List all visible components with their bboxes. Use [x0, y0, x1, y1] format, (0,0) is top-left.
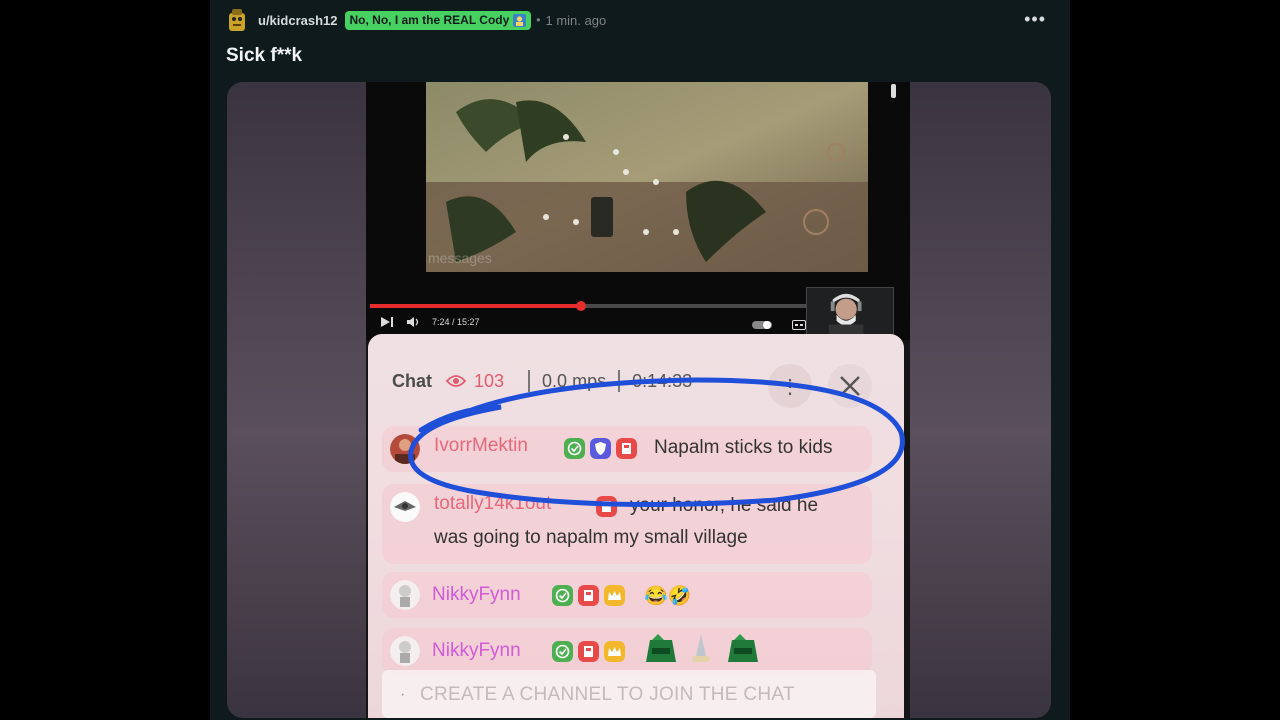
chat-username[interactable]: NikkyFynn [432, 640, 521, 662]
header-divider [528, 370, 531, 392]
phone-photo: messages 7:24 / 15:27 Chat 103 0.0 mps 0… [366, 82, 910, 718]
user-badges [552, 641, 625, 662]
avatar[interactable] [390, 580, 420, 610]
chat-title: Chat [392, 370, 432, 391]
flair-emoji-icon [513, 13, 527, 27]
post-timestamp: 1 min. ago [545, 12, 607, 28]
reddit-avatar-icon[interactable] [226, 7, 248, 33]
stream-uptime: 0:14:33 [632, 370, 693, 391]
kebab-icon[interactable]: ⋮ [768, 364, 812, 408]
autoplay-toggle-icon[interactable] [752, 320, 774, 330]
viewer-count: 103 [474, 370, 505, 391]
mod-badge-icon [578, 641, 599, 662]
crown-badge-icon [604, 585, 625, 606]
emote-icon [692, 634, 710, 662]
next-icon[interactable] [380, 316, 394, 328]
user-badges [552, 585, 625, 606]
chat-message[interactable]: IvorrMektin Napalm sticks to kids [382, 426, 872, 472]
close-icon[interactable] [828, 364, 872, 408]
separator-dot: • [536, 13, 541, 27]
video-time: 7:24 / 15:27 [432, 317, 480, 327]
chat-message-text: 😂🤣 [644, 586, 692, 607]
crown-badge-icon [604, 641, 625, 662]
chat-header: Chat 103 0.0 mps 0:14:33 [392, 366, 692, 396]
post-author[interactable]: u/kidcrash12 [258, 13, 338, 28]
verified-badge-icon [552, 585, 573, 606]
chat-input-icon: · [400, 686, 406, 703]
chat-username[interactable]: IvorrMektin [434, 435, 528, 457]
user-badges [596, 496, 617, 517]
verified-badge-icon [564, 438, 585, 459]
chat-message[interactable]: totally14k1out your honor, he said he wa… [382, 484, 872, 564]
avatar[interactable] [390, 636, 420, 666]
chat-input-placeholder: CREATE A CHANNEL TO JOIN THE CHAT [420, 684, 795, 705]
emote-icon [728, 634, 758, 662]
avatar[interactable] [390, 492, 420, 522]
mod-badge-icon [596, 496, 617, 517]
captions-icon[interactable] [792, 320, 806, 330]
chat-input[interactable]: · CREATE A CHANNEL TO JOIN THE CHAT [382, 670, 876, 718]
post-title[interactable]: Sick f**k [226, 45, 302, 67]
video-progress-fill [370, 304, 581, 308]
flair-text: No, No, I am the REAL Cody [349, 13, 510, 27]
avatar[interactable] [390, 434, 420, 464]
video-settings [752, 320, 806, 330]
volume-icon[interactable] [406, 316, 420, 328]
chat-panel: Chat 103 0.0 mps 0:14:33 ⋮ IvorrMektin N… [368, 334, 904, 718]
video-progress-bar[interactable] [370, 301, 806, 311]
mod-badge-icon [616, 438, 637, 459]
webcam-overlay [806, 287, 894, 339]
chat-message-text-line2: was going to napalm my small village [434, 527, 748, 548]
video-controls: 7:24 / 15:27 [380, 314, 800, 330]
video-overlay-text: messages [428, 250, 492, 266]
post-header: u/kidcrash12 No, No, I am the REAL Cody … [226, 7, 1056, 33]
close-glyph [840, 376, 860, 396]
messages-per-second: 0.0 mps [542, 370, 607, 391]
user-flair: No, No, I am the REAL Cody [344, 10, 532, 30]
scroll-indicator[interactable] [891, 84, 896, 98]
chat-message[interactable]: NikkyFynn [382, 628, 872, 674]
reddit-post: u/kidcrash12 No, No, I am the REAL Cody … [210, 0, 1070, 720]
video-progress-thumb[interactable] [575, 301, 586, 311]
chat-message[interactable]: NikkyFynn 😂🤣 [382, 572, 872, 618]
shield-badge-icon [590, 438, 611, 459]
chat-username[interactable]: NikkyFynn [432, 584, 521, 606]
chat-message-text: your honor, he said he [630, 495, 819, 516]
verified-badge-icon [552, 641, 573, 662]
video-frame [426, 82, 868, 272]
emote-icon [646, 634, 676, 662]
chat-message-text: Napalm sticks to kids [654, 437, 833, 458]
user-badges [564, 438, 637, 459]
mod-badge-icon [578, 585, 599, 606]
header-divider [618, 370, 621, 392]
more-options-icon[interactable]: ••• [1024, 9, 1046, 30]
post-media[interactable]: messages 7:24 / 15:27 Chat 103 0.0 mps 0… [227, 82, 1051, 718]
video-player[interactable]: messages 7:24 / 15:27 [366, 82, 910, 340]
chat-username[interactable]: totally14k1out [434, 493, 551, 515]
eye-icon [446, 375, 466, 387]
